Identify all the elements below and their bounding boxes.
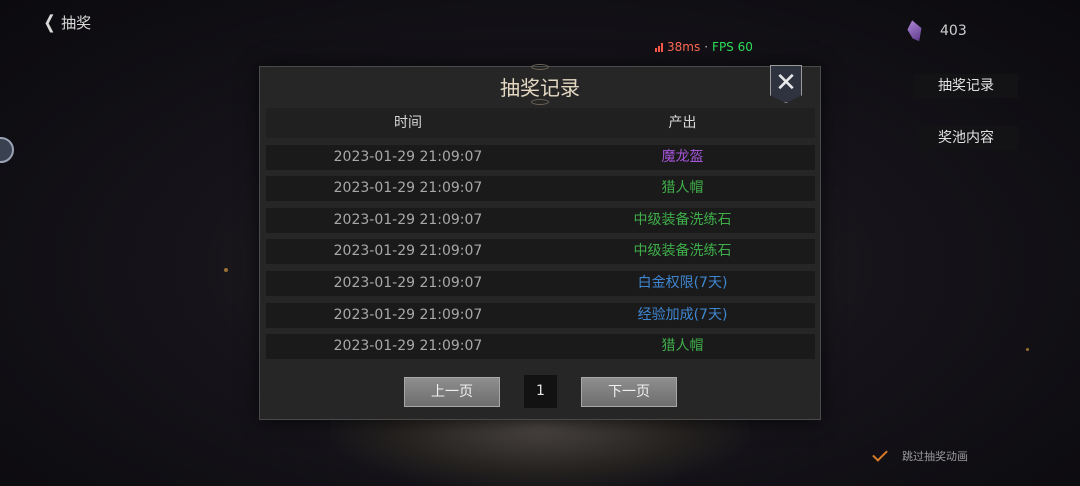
currency-display: 403 bbox=[908, 20, 967, 42]
row-item: 猎人帽 bbox=[661, 180, 704, 197]
table-body: 2023-01-29 21:09:07 魔龙盔 2023-01-29 21:09:0… bbox=[266, 144, 815, 360]
row-item: 经验加成(7天) bbox=[637, 306, 728, 323]
row-time: 2023-01-29 21:09:07 bbox=[333, 211, 483, 228]
row-time: 2023-01-29 21:09:07 bbox=[333, 274, 483, 291]
chevron-left-icon: ❮ bbox=[43, 11, 56, 33]
row-item: 中级装备洗练石 bbox=[633, 243, 732, 260]
skip-animation-label: 跳过抽奖动画 bbox=[902, 450, 968, 463]
row-item: 魔龙盔 bbox=[661, 148, 704, 165]
row-time: 2023-01-29 21:09:07 bbox=[333, 338, 483, 355]
row-item: 中级装备洗练石 bbox=[633, 211, 732, 228]
network-stats: 38ms · FPS 60 bbox=[655, 40, 753, 54]
table-row: 2023-01-29 21:09:07 魔龙盔 bbox=[266, 144, 815, 170]
ping-value: 38ms bbox=[667, 40, 701, 54]
table-row: 2023-01-29 21:09:07 经验加成(7天) bbox=[266, 302, 815, 328]
side-menu-handle[interactable] bbox=[0, 137, 14, 163]
history-table: 时间 产出 2023-01-29 21:09:07 魔龙盔 2023-01-29 2… bbox=[266, 108, 815, 360]
row-time: 2023-01-29 21:09:07 bbox=[333, 180, 483, 197]
stats-separator: · bbox=[704, 40, 709, 54]
fps-value: FPS 60 bbox=[712, 40, 753, 54]
table-row: 2023-01-29 21:09:07 中级装备洗练石 bbox=[266, 239, 815, 265]
page-number: 1 bbox=[524, 375, 557, 408]
table-row: 2023-01-29 21:09:07 猎人帽 bbox=[266, 176, 815, 202]
table-row: 2023-01-29 21:09:07 中级装备洗练石 bbox=[266, 207, 815, 233]
dialog-title: 抽奖记录 bbox=[500, 76, 580, 100]
prev-page-button[interactable]: 上一页 bbox=[404, 377, 500, 407]
title-ornament-icon bbox=[531, 64, 549, 70]
row-item: 猎人帽 bbox=[661, 338, 704, 355]
background-star bbox=[1026, 348, 1029, 351]
draw-history-dialog: 抽奖记录 ✕ 时间 产出 2023-01-29 21:09:07 魔龙盔 2023-… bbox=[259, 64, 821, 420]
back-button[interactable]: ❮ 抽奖 bbox=[42, 11, 92, 33]
row-time: 2023-01-29 21:09:07 bbox=[333, 243, 483, 260]
skip-animation-toggle[interactable]: 跳过抽奖动画 bbox=[872, 447, 968, 465]
gem-icon bbox=[905, 19, 924, 44]
next-page-button[interactable]: 下一页 bbox=[581, 377, 677, 407]
draw-history-button[interactable]: 抽奖记录 bbox=[914, 74, 1018, 98]
row-time: 2023-01-29 21:09:07 bbox=[333, 148, 483, 165]
signal-icon bbox=[655, 42, 663, 52]
prize-pool-button[interactable]: 奖池内容 bbox=[914, 126, 1018, 150]
column-header-output: 产出 bbox=[668, 115, 697, 131]
currency-amount: 403 bbox=[940, 23, 967, 39]
row-item: 白金权限(7天) bbox=[637, 274, 728, 291]
checkmark-icon[interactable] bbox=[872, 447, 890, 465]
background-star bbox=[224, 268, 228, 272]
table-row: 2023-01-29 21:09:07 猎人帽 bbox=[266, 334, 815, 360]
title-ornament-icon bbox=[531, 99, 549, 105]
table-row: 2023-01-29 21:09:07 白金权限(7天) bbox=[266, 270, 815, 296]
table-header: 时间 产出 bbox=[266, 108, 815, 138]
close-button[interactable]: ✕ bbox=[770, 65, 802, 103]
row-time: 2023-01-29 21:09:07 bbox=[333, 306, 483, 323]
back-label: 抽奖 bbox=[61, 14, 92, 32]
column-header-time: 时间 bbox=[394, 115, 422, 131]
